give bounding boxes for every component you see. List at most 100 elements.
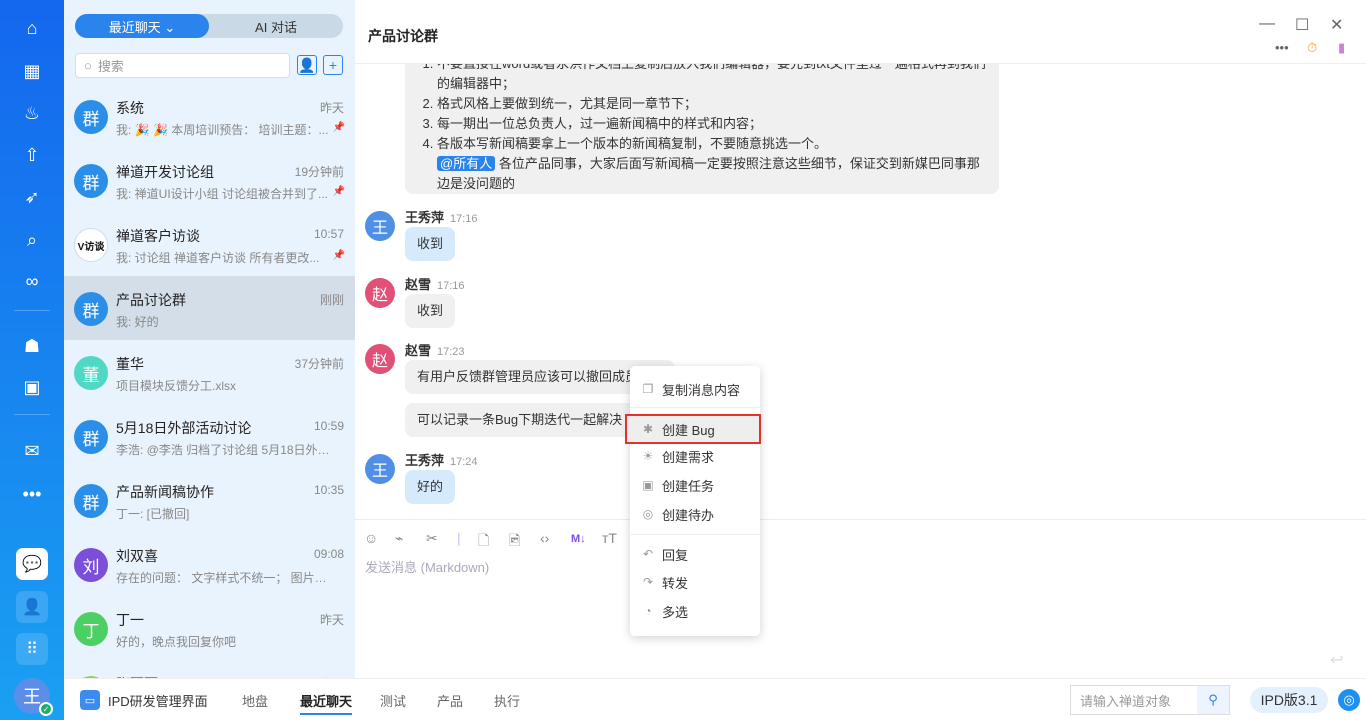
menu-item[interactable]: ▣ 创建任务 [630, 472, 760, 498]
avatar: V访谈 [74, 228, 108, 262]
zentao-search-input[interactable]: 请输入禅道对象 ⚲ [1070, 685, 1230, 715]
divider: | [457, 530, 461, 546]
avatar: 丁 [74, 612, 108, 646]
search-icon[interactable]: ⌕ [17, 225, 47, 255]
chat-name: 产品新闻稿协作 [116, 484, 214, 500]
bottom-tab[interactable]: 产品 [437, 691, 463, 710]
maximize-icon[interactable]: ☐ [1295, 15, 1309, 35]
more-icon[interactable]: ••• [1275, 40, 1289, 55]
home-icon[interactable]: ⌂ [17, 13, 47, 43]
menu-item[interactable]: ✱ 创建 Bug [625, 414, 761, 444]
chat-list-item[interactable]: 丁丁一 昨天 好的，晚点我回复你吧 [64, 596, 355, 660]
robot-icon[interactable]: ☗ [17, 331, 47, 361]
contacts-icon[interactable]: 👤 [297, 55, 317, 75]
bug-icon: ✱ [642, 422, 654, 436]
emoji-icon[interactable]: ☺ [364, 530, 378, 546]
apps-grid-icon[interactable]: ▦ [17, 56, 47, 86]
message-time: 17:16 [437, 280, 465, 292]
sender-avatar[interactable]: 王 [365, 454, 395, 484]
sprint-icon[interactable]: ➶ [17, 182, 47, 212]
tab-recent-chats[interactable]: 最近聊天 ⌄ [75, 14, 209, 38]
chat-list-item[interactable]: 群产品讨论群 刚刚 我: 好的 [64, 276, 355, 340]
rocket-icon[interactable]: ⇧ [17, 140, 47, 170]
chat-list-item[interactable]: 董董华 37分钟前 项目模块反馈分工.xlsx [64, 340, 355, 404]
menu-item[interactable]: ◎ 创建待办 [630, 501, 760, 527]
bottom-tab[interactable]: 执行 [494, 691, 520, 710]
more-icon[interactable]: ••• [17, 479, 47, 509]
bottom-tab[interactable]: 测试 [380, 691, 406, 710]
sender-avatar[interactable]: 赵 [365, 344, 395, 374]
chat-name: 丁一 [116, 612, 144, 628]
presentation-chart-icon[interactable]: ▣ [17, 372, 47, 402]
chat-list-item[interactable]: 群产品新闻稿协作 10:35 丁一: [已撤回] [64, 468, 355, 532]
sender-avatar[interactable]: 赵 [365, 278, 395, 308]
bottom-tab[interactable]: 最近聊天 [300, 691, 353, 715]
sender-name-text: 王秀萍 [405, 210, 445, 225]
chat-time: 昨天 [319, 613, 344, 627]
minimize-icon[interactable]: — [1259, 15, 1275, 33]
chat-list-item[interactable]: 张张丽丽昨天 [64, 660, 355, 678]
chat-list-item[interactable]: V访谈 禅道客户访谈 10:57 我: 讨论组 禅道客户访谈 所有者更改... 📌 [64, 212, 355, 276]
chat-preview: 我: 禅道UI设计小组 讨论组被合并到了... [116, 187, 329, 201]
image-icon[interactable]: 🖻 [509, 530, 520, 554]
menu-item[interactable]: ↷ 转发 [630, 569, 760, 595]
apps-icon[interactable]: ⠿ [16, 633, 48, 665]
notice-message[interactable]: 不要直接在word或者永洪作文档上复制后放入我们编辑器，要先到txt文件里过一遍… [405, 64, 999, 194]
add-icon[interactable]: + [323, 55, 343, 75]
bottom-tab[interactable]: 地盘 [242, 691, 268, 710]
menu-item-label: 回复 [662, 547, 689, 563]
zentao-logo-icon[interactable]: ◎ [1338, 689, 1360, 711]
contacts-icon[interactable]: 👤 [16, 591, 48, 623]
font-size-icon[interactable]: тT [602, 530, 617, 546]
scissors-icon[interactable]: ✂ [426, 530, 438, 547]
code-icon[interactable]: ‹› [540, 530, 549, 546]
chat-name: 产品讨论群 [116, 292, 186, 308]
menu-item[interactable]: ↶ 回复 [630, 541, 760, 567]
sender-avatar[interactable]: 王 [365, 211, 395, 241]
online-status-icon: ✓ [39, 702, 53, 716]
inbox-icon[interactable]: ✉ [17, 436, 47, 466]
sidebar-toggle-icon[interactable]: ▮ [1338, 40, 1345, 56]
menu-item-label: 多选 [662, 604, 689, 620]
chat-list-item[interactable]: 刘刘双喜 09:08 存在的问题： 文字样式不统一； 图片大... [64, 532, 355, 596]
sender-name-text: 赵雪 [405, 343, 432, 358]
chat-list-item[interactable]: 群禅道开发讨论组 19分钟前 我: 禅道UI设计小组 讨论组被合并到了... 📌 [64, 148, 355, 212]
app-name[interactable]: IPD研发管理界面 [108, 691, 208, 710]
file-icon[interactable]: 🗋 [478, 530, 489, 554]
tab-ai-chat[interactable]: AI 对话 [209, 14, 343, 38]
screenshot-icon[interactable]: ⌁ [395, 530, 403, 547]
message-bubble[interactable]: 收到 [405, 294, 456, 328]
history-icon[interactable]: ⏱ [1307, 40, 1317, 56]
lightbulb-icon[interactable]: ♨ [17, 98, 47, 128]
chat-list-item[interactable]: 群系统 昨天 我: 🎉 🎉 本周培训预告： 培训主题：... 📌 [64, 84, 355, 148]
message-input[interactable]: 发送消息 (Markdown) [365, 557, 489, 576]
notice-point: 不要直接在word或者永洪作文档上复制后放入我们编辑器，要先到txt文件里过一遍… [437, 64, 987, 94]
chat-name: 禅道开发讨论组 [116, 164, 214, 180]
chat-icon[interactable]: 💬 [16, 548, 48, 580]
chat-preview: 丁一: [已撤回] [116, 507, 190, 521]
user-avatar[interactable]: 王 ✓ [14, 678, 53, 716]
menu-item-label: 复制消息内容 [662, 382, 741, 398]
notice-point: 各版本写新闻稿要拿上一个版本的新闻稿复制，不要随意挑选一个。 [437, 134, 987, 154]
task-icon: ▣ [642, 478, 654, 492]
sender-name: 赵雪 17:23 [405, 340, 465, 359]
chat-name: 禅道客户访谈 [116, 228, 200, 244]
version-badge[interactable]: IPD版3.1 [1250, 687, 1328, 713]
message-bubble[interactable]: 收到 [405, 227, 456, 261]
mention-all[interactable]: @所有人 [437, 156, 496, 171]
menu-divider [630, 407, 760, 408]
search-input[interactable]: ○ 搜索 [75, 53, 290, 78]
menu-item[interactable]: ☀ 创建需求 [630, 443, 760, 469]
search-icon[interactable]: ⚲ [1197, 686, 1229, 714]
forward-icon: ↷ [642, 575, 654, 589]
chat-preview: 我: 🎉 🎉 本周培训预告： 培训主题：... [116, 123, 329, 137]
menu-item[interactable]: ◔ 多选 [630, 598, 760, 624]
message-bubble[interactable]: 好的 [405, 470, 456, 504]
send-icon[interactable]: ↩ [1330, 650, 1343, 670]
close-icon[interactable]: ✕ [1330, 15, 1343, 35]
infinity-icon[interactable]: ∞ [17, 266, 47, 296]
menu-item[interactable]: ❐ 复制消息内容 [630, 376, 760, 402]
markdown-icon[interactable]: M↓ [571, 533, 586, 545]
copy-icon: ❐ [642, 382, 654, 396]
chat-list-item[interactable]: 群 5月18日外部活动讨论 10:59 李浩: @李浩 归档了讨论组 5月18日外部.… [64, 404, 355, 468]
